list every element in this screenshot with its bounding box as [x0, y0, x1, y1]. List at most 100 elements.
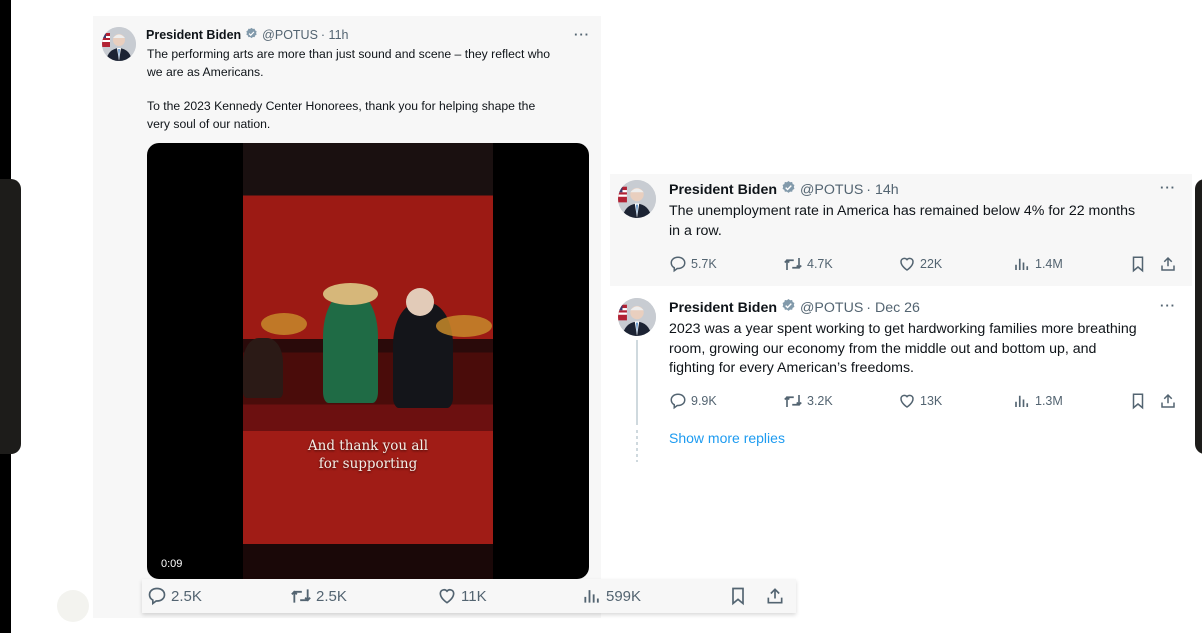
tweet-header: President Biden @POTUS · Dec 26: [669, 298, 920, 317]
video-caption-line: for supporting: [318, 456, 418, 472]
repost-button[interactable]: 3.2K: [783, 392, 833, 410]
repost-count: 3.2K: [807, 394, 833, 408]
bookmark-icon: [732, 587, 744, 606]
like-count: 11K: [461, 587, 487, 605]
author-name[interactable]: President Biden: [669, 300, 777, 316]
video-light: [261, 313, 307, 335]
view-count: 599K: [606, 587, 642, 605]
video-figure-head: [406, 288, 434, 316]
heart-icon: [439, 588, 455, 604]
repost-button[interactable]: 4.7K: [783, 255, 833, 273]
verified-badge-icon: [781, 180, 796, 199]
tweet-text: The unemployment rate in America has rem…: [669, 202, 1189, 241]
reply-count: 2.5K: [171, 587, 202, 605]
repost-icon: [291, 589, 311, 603]
reply-count: 9.9K: [691, 394, 717, 408]
tweet-text-line: we are as Americans.: [147, 65, 264, 79]
share-icon: [1161, 256, 1175, 271]
repost-button[interactable]: 2.5K: [290, 586, 347, 606]
bookmark-icon: [1132, 393, 1144, 410]
views-chart-icon: [1015, 258, 1029, 270]
avatar[interactable]: [618, 298, 656, 336]
bookmark-button[interactable]: [1129, 255, 1147, 273]
video-figure: [323, 293, 378, 403]
avatar-portrait-icon: [102, 27, 136, 61]
video-frame: [243, 143, 493, 579]
like-button[interactable]: 11K: [437, 586, 487, 606]
views-button[interactable]: 599K: [582, 586, 641, 606]
reply-button[interactable]: 5.7K: [669, 255, 717, 273]
author-name[interactable]: President Biden: [146, 28, 241, 42]
tweet-text-line: fighting for every American’s freedoms.: [669, 360, 914, 376]
more-options-icon[interactable]: ···: [1160, 298, 1176, 313]
like-count: 22K: [920, 257, 943, 271]
like-button[interactable]: 13K: [898, 392, 942, 410]
tweet-text-line: room, growing our economy from the middl…: [669, 340, 1097, 357]
tweet-timestamp[interactable]: · 11h: [321, 28, 349, 42]
reply-icon: [670, 256, 686, 273]
view-count: 1.3M: [1035, 394, 1063, 408]
heart-icon: [900, 394, 914, 408]
view-count: 1.4M: [1035, 257, 1063, 271]
verified-badge-icon: [781, 298, 796, 317]
author-handle[interactable]: @POTUS: [800, 300, 863, 316]
bookmark-icon: [1132, 256, 1144, 273]
reply-icon: [670, 393, 686, 410]
views-button[interactable]: 1.3M: [1013, 392, 1063, 410]
views-button[interactable]: 1.4M: [1013, 255, 1063, 273]
more-options-icon[interactable]: ···: [574, 27, 590, 42]
video-player[interactable]: And thank you all for supporting 0:09: [147, 143, 589, 579]
video-caption: And thank you all for supporting: [243, 437, 493, 473]
tweet-text-line: very soul of our nation.: [147, 117, 271, 131]
tweet-text-line: The unemployment rate in America has rem…: [669, 203, 1136, 219]
show-more-replies-link[interactable]: Show more replies: [669, 430, 785, 446]
tweet-timestamp[interactable]: · Dec 26: [866, 300, 920, 316]
video-figure: [243, 338, 283, 398]
bookmark-button[interactable]: [1129, 392, 1147, 410]
tweet-header: President Biden @POTUS · 14h: [669, 180, 899, 199]
share-button[interactable]: [1159, 255, 1177, 273]
verified-badge-icon: [245, 27, 258, 43]
avatar[interactable]: [618, 180, 656, 218]
more-options-icon[interactable]: ···: [1160, 180, 1176, 195]
reply-icon: [148, 587, 166, 606]
tweet-text-line: The performing arts are more than just s…: [147, 47, 551, 61]
thread-connector-line: [636, 340, 638, 425]
right-side-panel: [1195, 179, 1202, 454]
author-name[interactable]: President Biden: [669, 182, 777, 198]
views-chart-icon: [1015, 395, 1029, 407]
repost-count: 2.5K: [316, 587, 347, 605]
share-icon: [767, 588, 783, 604]
views-chart-icon: [584, 590, 599, 603]
like-button[interactable]: 22K: [898, 255, 942, 273]
thread-connector-dots: [636, 430, 638, 462]
tweet-text: 2023 was a year spent working to get har…: [669, 320, 1199, 379]
reply-button[interactable]: 2.5K: [147, 586, 202, 606]
floating-circle-button[interactable]: [57, 590, 89, 622]
video-figure-hair: [323, 283, 378, 305]
tweet-header: President Biden @POTUS · 11h: [146, 27, 349, 43]
video-timestamp: 0:09: [161, 558, 183, 570]
avatar-portrait-icon: [618, 180, 656, 218]
heart-icon: [900, 257, 914, 271]
share-button[interactable]: [765, 586, 785, 606]
repost-icon: [784, 395, 802, 407]
author-handle[interactable]: @POTUS: [800, 182, 863, 198]
video-light: [436, 315, 492, 337]
avatar[interactable]: [102, 27, 136, 61]
tweet-text-blank-line: [147, 81, 597, 97]
bookmark-button[interactable]: [728, 586, 748, 606]
left-side-panel: [0, 179, 21, 454]
reply-button[interactable]: 9.9K: [669, 392, 717, 410]
tweet-text-line: To the 2023 Kennedy Center Honorees, tha…: [147, 99, 536, 113]
tweet-timestamp[interactable]: · 14h: [866, 182, 898, 198]
repost-count: 4.7K: [807, 257, 833, 271]
reply-count: 5.7K: [691, 257, 717, 271]
repost-icon: [784, 258, 802, 270]
tweet-text-line: 2023 was a year spent working to get har…: [669, 321, 1137, 337]
author-handle[interactable]: @POTUS: [262, 28, 318, 42]
share-button[interactable]: [1159, 392, 1177, 410]
video-caption-line: And thank you all: [307, 438, 429, 454]
like-count: 13K: [920, 394, 943, 408]
share-icon: [1161, 393, 1175, 408]
